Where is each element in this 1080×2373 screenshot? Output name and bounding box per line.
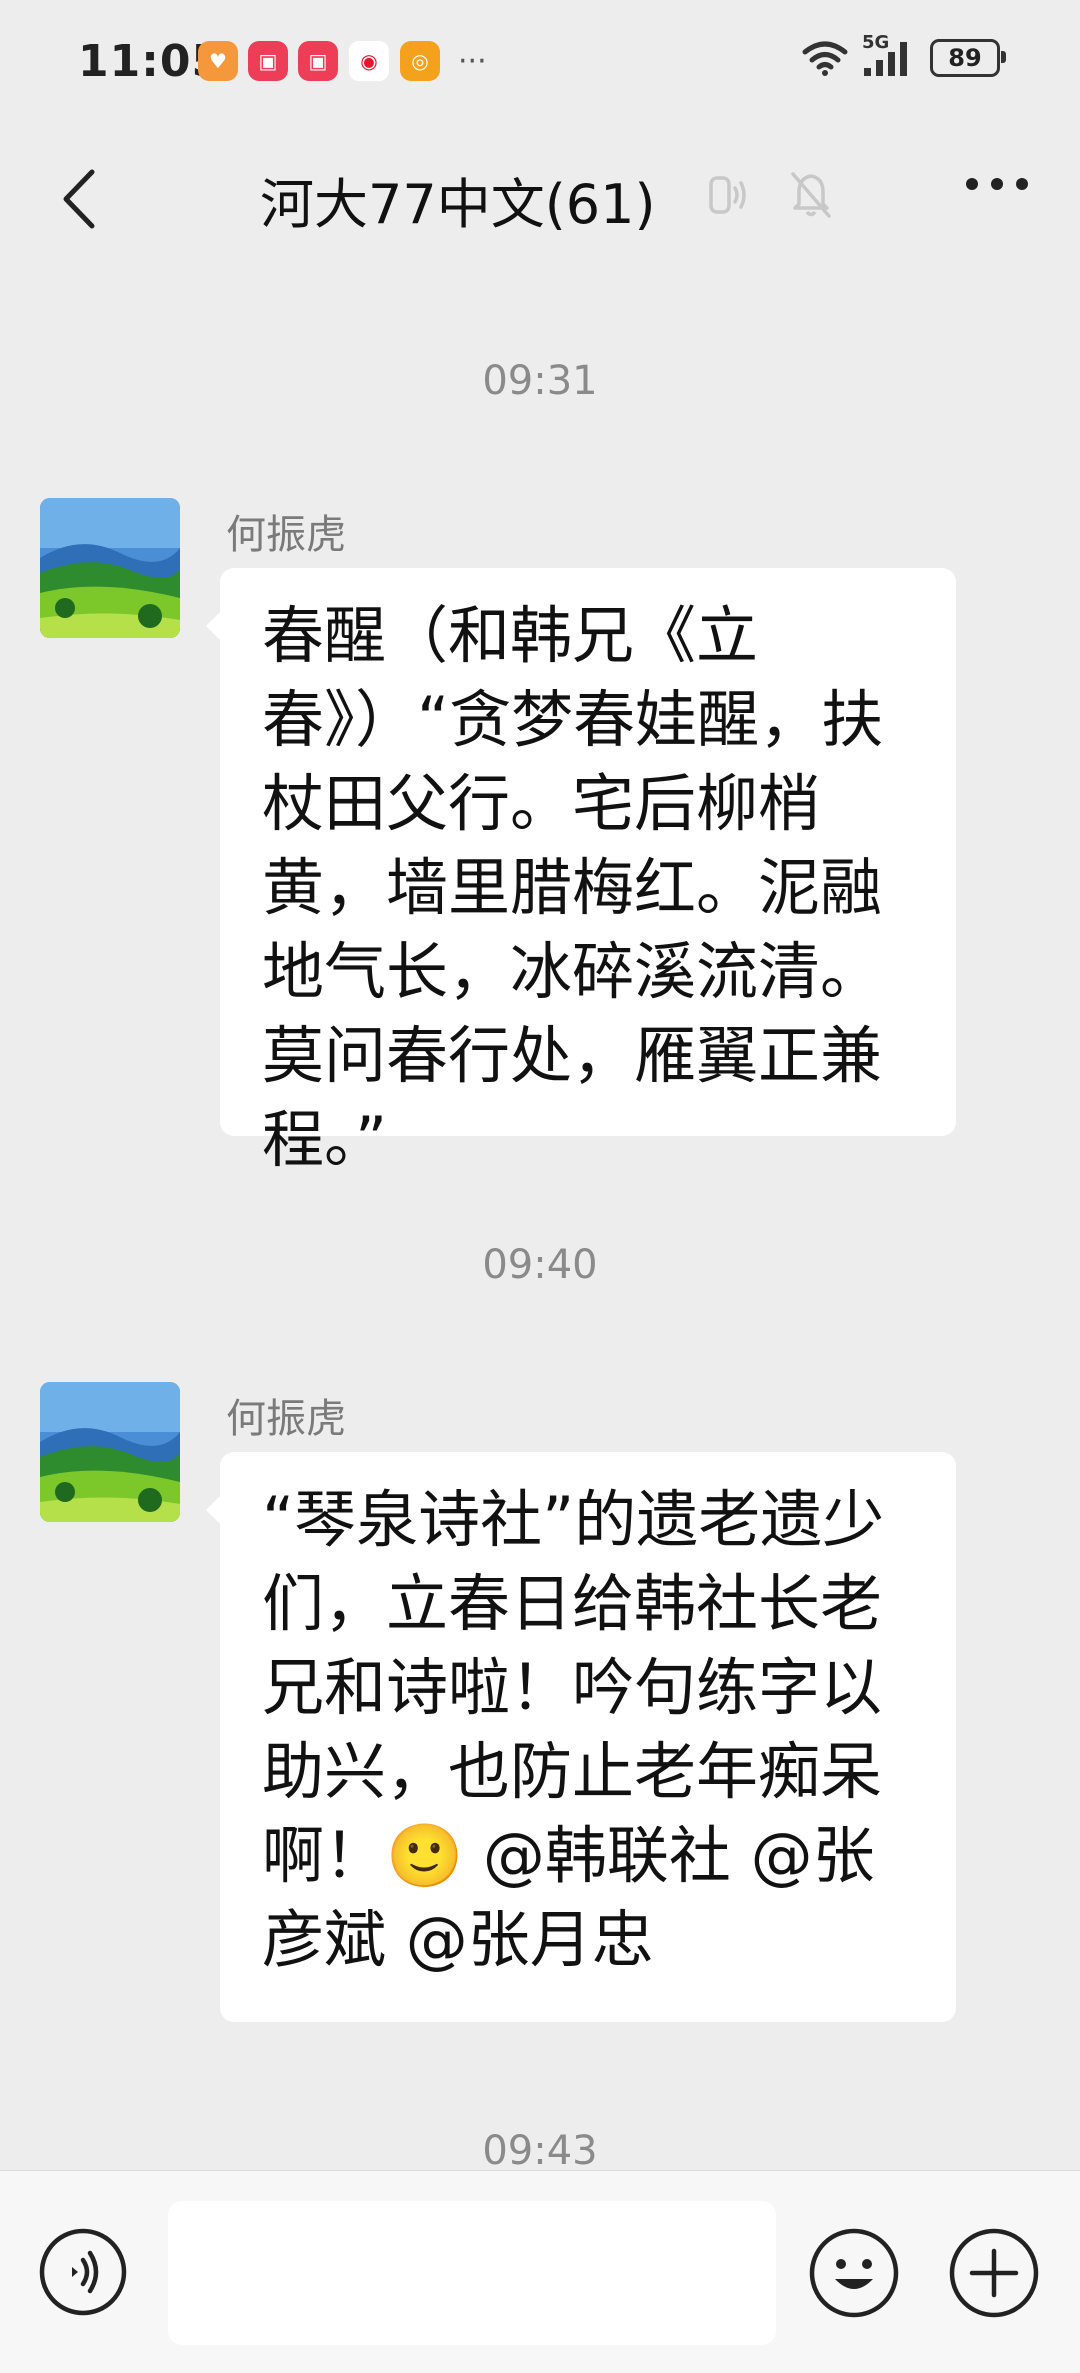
avatar[interactable] — [40, 498, 180, 638]
browser-app-icon: ◎ — [400, 41, 440, 81]
message-text: 春醒（和韩兄《立春》）“贪梦春娃醒，扶杖田父行。宅后柳梢黄，墙里腊梅红。泥融地气… — [262, 599, 884, 1176]
mute-bell-icon — [791, 172, 831, 218]
message-bubble[interactable]: 春醒（和韩兄《立春》）“贪梦春娃醒，扶杖田父行。宅后柳梢黄，墙里腊梅红。泥融地气… — [206, 568, 956, 1176]
more-functions-button[interactable] — [948, 2227, 1040, 2319]
earpiece-mode-icon — [709, 176, 746, 214]
more-notifications-icon: ··· — [458, 43, 487, 79]
heart-app-icon: ♥ — [198, 41, 238, 81]
signal-icon — [864, 42, 907, 76]
sender-name: 何振虎 — [226, 512, 346, 558]
message-text: “琴泉诗社”的遗老遗少们，立春日给韩社长老兄和诗啦！吟句练字以助兴，也防止老年痴… — [262, 1483, 885, 1976]
dot-icon — [966, 178, 978, 190]
message-bubble[interactable]: “琴泉诗社”的遗老遗少们，立春日给韩社长老兄和诗啦！吟句练字以助兴，也防止老年痴… — [206, 1452, 956, 2022]
notification-icons: ♥ ▣ ▣ ◉ ◎ ··· — [198, 40, 487, 82]
chevron-left-icon — [63, 169, 95, 229]
message-input[interactable] — [168, 2201, 776, 2345]
chat-header: 河大77中文(61) — [0, 120, 1080, 270]
status-indicators: 5G 89 — [802, 32, 1006, 78]
wifi-icon — [802, 41, 848, 76]
message-timestamp: 09:40 — [482, 1242, 598, 1288]
voice-icon — [39, 2228, 127, 2316]
cellular-signal: 5G — [862, 32, 916, 78]
chat-title: 河大77中文(61) — [260, 173, 656, 236]
weibo-icon: ◉ — [348, 40, 390, 82]
message-timestamp: 09:43 — [482, 2128, 598, 2174]
message-timestamp: 09:31 — [482, 358, 598, 404]
dot-icon — [991, 178, 1003, 190]
voice-input-button[interactable] — [38, 2227, 128, 2317]
avatar[interactable] — [40, 1382, 180, 1522]
status-bar: 11:05 ♥ ▣ ▣ ◉ ◎ ··· 5G 89 — [0, 0, 1080, 120]
smiley-face-icon — [809, 2228, 899, 2318]
dot-icon — [1016, 178, 1028, 190]
landscape-avatar-image — [40, 1382, 180, 1522]
emoji-button[interactable] — [808, 2227, 900, 2319]
back-button[interactable] — [52, 164, 112, 234]
sender-name: 何振虎 — [226, 1396, 346, 1442]
video-app-icon: ▣ — [248, 41, 288, 81]
landscape-avatar-image — [40, 498, 180, 638]
battery-indicator: 89 — [930, 39, 1006, 77]
video-app-icon-2: ▣ — [298, 41, 338, 81]
input-bar — [0, 2170, 1080, 2373]
plus-icon — [949, 2228, 1039, 2318]
more-options-button[interactable] — [966, 178, 1028, 190]
title-status-icons — [705, 170, 833, 220]
